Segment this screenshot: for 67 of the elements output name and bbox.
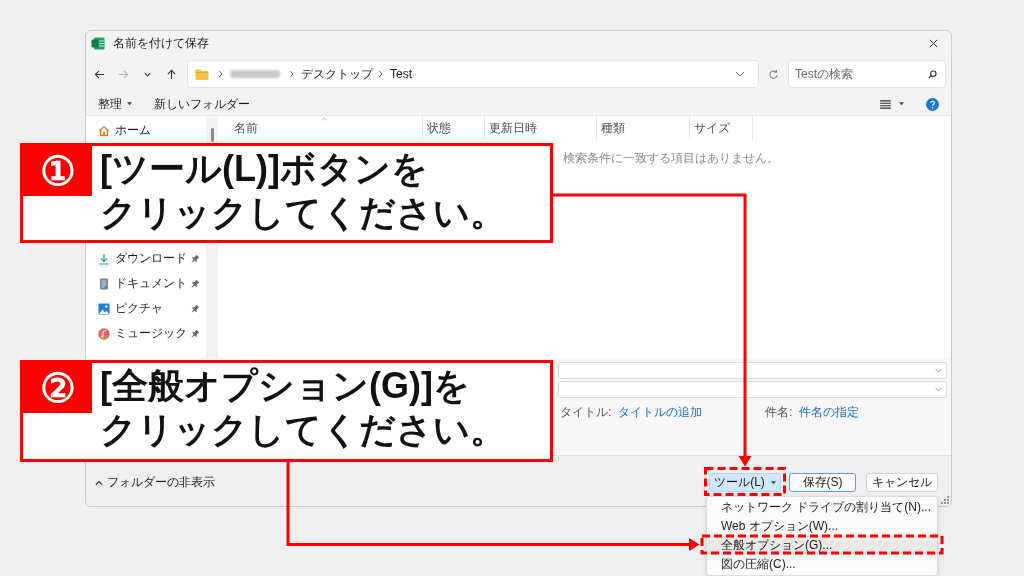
address-bar[interactable]: デスクトップ Test [187,60,759,88]
pin-icon[interactable] [191,304,200,313]
instruction-text: [全般オプション(G)]を [100,364,471,408]
pin-icon[interactable] [191,279,200,288]
up-arrow-icon[interactable] [166,68,177,80]
back-arrow-icon[interactable] [94,68,105,80]
music-icon [98,327,110,340]
sidebar-item[interactable]: ミュージック [115,325,187,342]
menu-item[interactable]: ネットワーク ドライブの割り当て(N)... [707,498,937,517]
breadcrumb[interactable]: Test [390,67,412,81]
help-icon[interactable] [926,97,939,111]
step-number: ② [23,363,92,413]
empty-folder-message: 検索条件に一致する項目はありません。 [563,150,780,167]
document-icon [98,277,110,290]
combo-field[interactable] [558,381,947,398]
chevron-right-icon [378,70,383,78]
sort-caret-icon [321,117,328,121]
chevron-right-icon [218,70,223,78]
hide-folders-button[interactable]: フォルダーの非表示 [95,474,215,491]
instruction-text: クリックしてください。 [100,191,506,235]
sidebar-item[interactable]: ピクチャ [115,300,163,317]
sidebar-item[interactable]: ホーム [115,122,151,139]
metadata-label: 件名: [765,404,793,421]
organize-button[interactable]: 整理 [98,95,132,113]
caret-down-icon [770,480,776,485]
home-icon [98,124,110,137]
folder-icon [195,68,209,80]
instruction-text: [ツール(L)]ボタンを [100,147,429,191]
pin-icon[interactable] [191,254,200,263]
caret-down-icon[interactable] [899,102,904,106]
menu-item[interactable]: 図の圧縮(C)... [707,555,937,574]
pin-icon[interactable] [191,329,200,338]
combo-field[interactable] [558,362,947,379]
chevron-down-icon[interactable] [735,71,745,77]
column-header[interactable]: 状態 [423,116,485,140]
window-title: 名前を付けて保存 [113,34,209,52]
picture-icon [98,302,110,315]
menu-item[interactable]: Web オプション(W)... [707,517,937,536]
refresh-icon[interactable] [768,68,779,80]
list-view-icon[interactable] [880,99,891,109]
step-number: ① [23,146,92,196]
cancel-button[interactable]: キャンセル [866,473,938,492]
spreadsheet-icon [91,36,105,50]
sidebar-item[interactable]: ダウンロード [115,250,187,267]
breadcrumb[interactable]: デスクトップ [301,65,373,83]
column-header[interactable]: 種類 [597,116,690,140]
tools-button[interactable]: ツール(L) [709,473,781,492]
search-icon[interactable] [928,69,937,79]
new-folder-button[interactable]: 新しいフォルダー [154,95,250,113]
save-button[interactable]: 保存(S) [789,473,856,492]
blurred-redaction [230,70,280,78]
close-icon[interactable] [929,38,938,48]
caret-down-icon [127,102,132,106]
chevron-right-icon [289,70,294,78]
download-icon [98,252,110,265]
caret-up-icon [95,479,103,486]
instruction-text: クリックしてください。 [100,408,506,452]
search-field[interactable]: Testの検索 [788,60,946,88]
resize-grip-icon[interactable] [941,496,949,504]
metadata-link[interactable]: タイトルの追加 [618,404,703,421]
column-header[interactable]: 更新日時 [485,116,597,140]
column-header[interactable]: サイズ [690,116,753,140]
metadata-label: タイトル: [560,404,612,421]
column-header[interactable]: 名前 [218,116,423,140]
scrollbar-thumb[interactable] [210,128,214,142]
sidebar-item[interactable]: ドキュメント [115,275,187,292]
metadata-link[interactable]: 件名の指定 [799,404,860,421]
